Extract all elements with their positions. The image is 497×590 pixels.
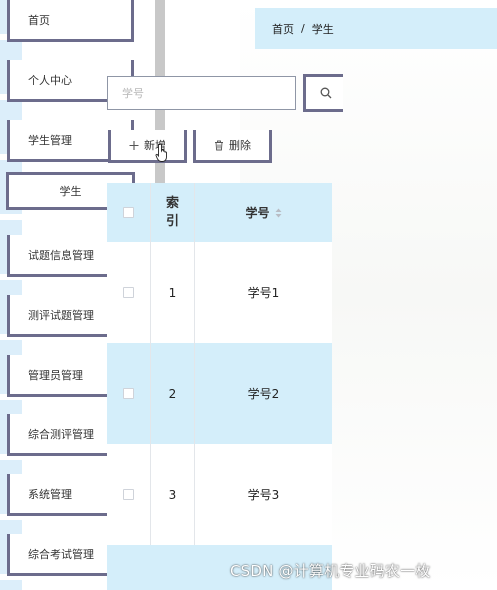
table-row[interactable]: 2 学号2 — [107, 343, 332, 444]
sidebar-item-label: 学生管理 — [28, 133, 72, 147]
breadcrumb: 首页 / 学生 — [255, 8, 497, 49]
student-id-search-input[interactable] — [107, 76, 296, 110]
sidebar-item-label: 试题信息管理 — [28, 248, 94, 262]
row-checkbox-cell — [107, 444, 151, 545]
sidebar-item-label: 系统管理 — [28, 487, 72, 501]
sidebar-item-label: 管理员管理 — [28, 368, 83, 382]
breadcrumb-separator: / — [301, 22, 305, 35]
trash-icon — [214, 140, 224, 151]
select-all-checkbox[interactable] — [123, 207, 134, 218]
header-student-id-cell[interactable]: 学号 — [195, 183, 332, 242]
row-checkbox[interactable] — [123, 489, 134, 500]
table-row[interactable]: 3 学号3 — [107, 444, 332, 545]
sidebar-item-label: 综合测评管理 — [28, 427, 94, 441]
row-index: 1 — [151, 242, 195, 343]
sort-icon[interactable] — [275, 208, 282, 218]
row-checkbox-cell — [107, 242, 151, 343]
sidebar-item-label: 首页 — [28, 13, 50, 27]
hand-cursor-icon — [155, 143, 167, 162]
row-student-id: 学号3 — [247, 488, 280, 502]
plus-icon — [129, 140, 139, 151]
row-index: 2 — [151, 343, 195, 444]
search-icon — [320, 84, 332, 103]
row-checkbox[interactable] — [123, 388, 134, 399]
sidebar-item-home[interactable]: 首页 — [7, 0, 134, 42]
header-index: 索引 — [151, 183, 195, 242]
row-checkbox-cell — [107, 343, 151, 444]
sidebar-item-label: 综合考试管理 — [28, 547, 94, 561]
search-button[interactable] — [303, 74, 343, 112]
delete-button-label: 删除 — [229, 139, 251, 152]
row-student-id: 学号2 — [247, 387, 280, 401]
row-index: 3 — [151, 444, 195, 545]
sidebar-item-label: 个人中心 — [28, 73, 72, 87]
sidebar-item-label: 学生 — [59, 185, 82, 198]
student-table: 索引 学号 1 学号1 2 学号2 3 学号3 — [107, 183, 332, 590]
row-student-id: 学号1 — [247, 286, 280, 300]
add-button[interactable]: 新增 — [108, 130, 187, 163]
breadcrumb-current: 学生 — [311, 22, 334, 36]
watermark: CSDN @计算机专业码农一枚 — [230, 562, 431, 580]
header-student-id: 学号 — [245, 206, 270, 220]
delete-button[interactable]: 删除 — [193, 130, 272, 163]
row-checkbox[interactable] — [123, 287, 134, 298]
table-header: 索引 学号 — [107, 183, 332, 242]
table-row[interactable]: 1 学号1 — [107, 242, 332, 343]
breadcrumb-home[interactable]: 首页 — [272, 21, 294, 37]
sidebar-item-label: 测评试题管理 — [28, 308, 94, 322]
header-checkbox-cell — [107, 183, 151, 242]
